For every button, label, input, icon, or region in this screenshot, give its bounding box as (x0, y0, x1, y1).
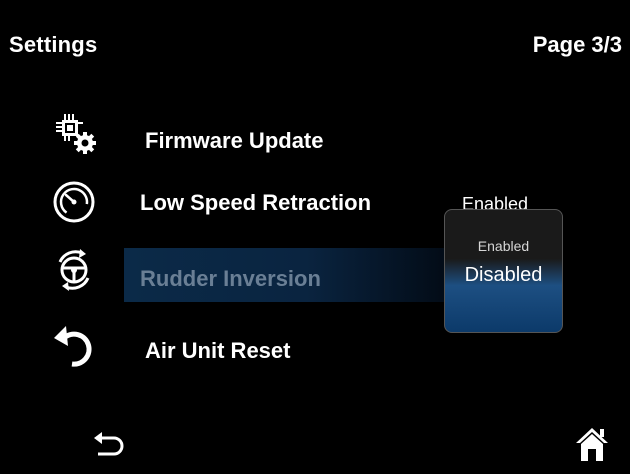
dropdown-option-enabled[interactable]: Enabled (445, 238, 562, 254)
dropdown-option-disabled[interactable]: Disabled (445, 264, 562, 287)
menu-item-firmware-update[interactable]: Firmware Update (0, 110, 630, 164)
page-title: Settings (9, 32, 98, 57)
page-indicator: Page 3/3 (532, 32, 622, 57)
reset-arrow-icon (54, 326, 92, 367)
steering-wheel-rotate-icon (58, 249, 90, 291)
rudder-inversion-dropdown[interactable]: Enabled Disabled (444, 209, 563, 333)
speedometer-icon (53, 181, 95, 223)
home-icon[interactable] (574, 425, 610, 463)
firmware-chip-gear-icon (56, 114, 96, 154)
menu-item-label: Air Unit Reset (145, 338, 291, 363)
back-arrow-icon[interactable] (92, 428, 128, 464)
menu-item-label: Firmware Update (145, 128, 324, 153)
menu-item-label: Rudder Inversion (140, 266, 321, 291)
header-bar: Settings Page 3/3 (0, 0, 630, 90)
menu-item-label: Low Speed Retraction (140, 190, 372, 215)
